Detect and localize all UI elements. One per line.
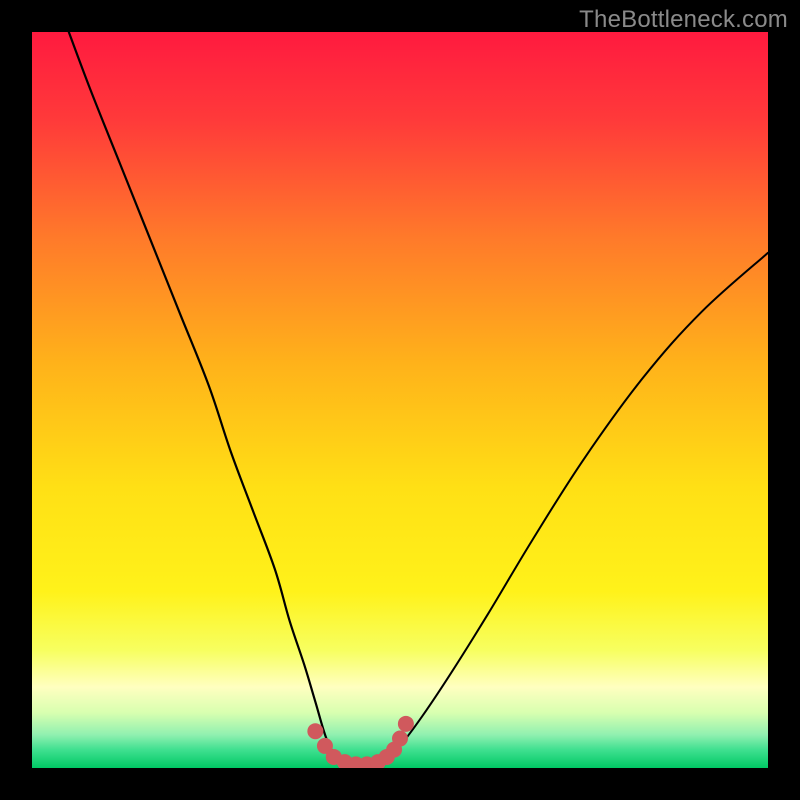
gradient-rect [32,32,768,768]
watermark-text: TheBottleneck.com [579,6,788,34]
chart-frame: TheBottleneck.com [0,0,800,800]
valley-dot [392,731,408,747]
valley-dot [307,723,323,739]
chart-svg [32,32,768,768]
plot-area [32,32,768,768]
valley-dot [398,716,414,732]
